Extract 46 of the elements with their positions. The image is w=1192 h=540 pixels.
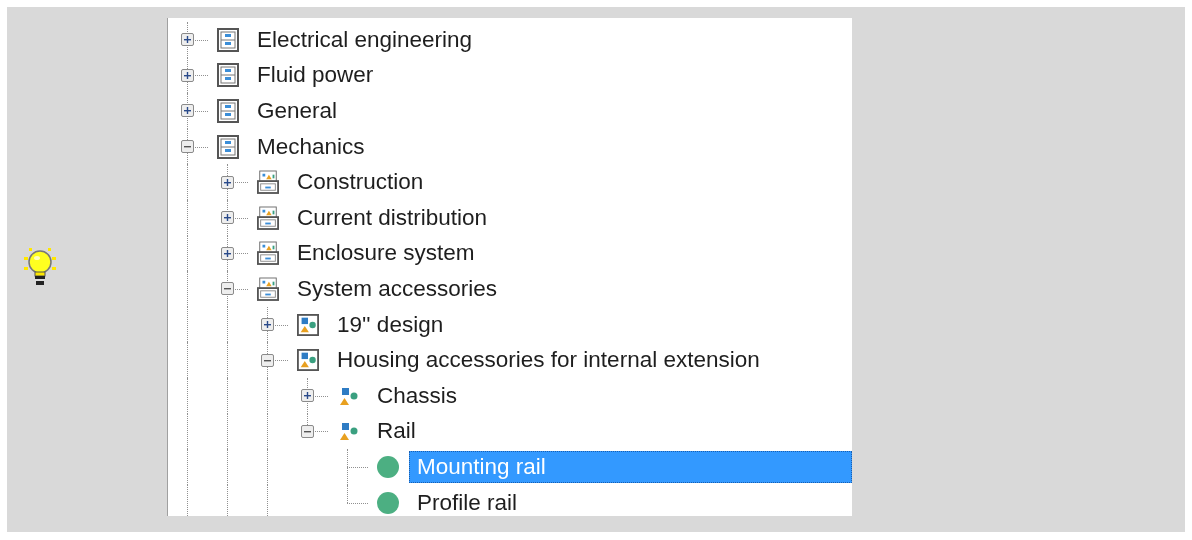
cabinet-icon (217, 63, 239, 88)
tree-item[interactable]: General (249, 95, 346, 127)
plus-icon (184, 36, 191, 44)
expand-button[interactable] (181, 68, 194, 82)
collapse-button[interactable] (221, 282, 234, 296)
expand-button[interactable] (261, 318, 274, 332)
plus-icon (184, 107, 191, 115)
collapse-button[interactable] (301, 424, 314, 438)
circle-icon (377, 455, 399, 478)
expand-button[interactable] (221, 175, 234, 189)
tree-item[interactable]: Housing accessories for internal extension (329, 344, 768, 377)
tree-item[interactable]: Current distribution (289, 201, 496, 234)
collapse-button[interactable] (261, 353, 274, 367)
tree-item[interactable]: Profile rail (409, 486, 526, 516)
tree-item[interactable]: Construction (289, 166, 432, 199)
tree-item[interactable]: Fluid power (249, 59, 382, 92)
expand-button[interactable] (181, 33, 194, 47)
drawer-icon (257, 240, 279, 267)
cabinet-icon (217, 99, 239, 123)
plus-icon (224, 249, 231, 257)
tree-item[interactable]: System accessories (289, 272, 506, 305)
circle-icon (377, 491, 399, 514)
tree-item[interactable]: Enclosure system (289, 237, 483, 270)
expand-button[interactable] (181, 104, 194, 118)
drawer-icon (257, 275, 279, 302)
plus-icon (304, 392, 311, 400)
plus-icon (224, 214, 231, 222)
tree-item[interactable]: 19'' design (329, 308, 452, 341)
shapes-icon (297, 348, 319, 373)
plus-icon (184, 71, 191, 79)
shapes-icon (297, 312, 319, 337)
drawer-icon (257, 204, 279, 231)
expand-button[interactable] (221, 246, 234, 260)
cabinet-icon (217, 27, 239, 52)
tree-item[interactable]: Chassis (369, 379, 466, 412)
tree-item[interactable]: Rail (369, 415, 424, 448)
tree-item[interactable]: Electrical engineering (249, 23, 481, 56)
drawer-icon (257, 169, 279, 196)
plus-icon (264, 321, 271, 329)
tree-item[interactable]: Mechanics (249, 130, 373, 163)
cabinet-icon (217, 134, 239, 159)
expand-button[interactable] (221, 211, 234, 225)
plus-icon (224, 178, 231, 186)
shapes-icon (337, 420, 359, 443)
expand-button[interactable] (301, 389, 314, 403)
collapse-button[interactable] (181, 140, 194, 154)
